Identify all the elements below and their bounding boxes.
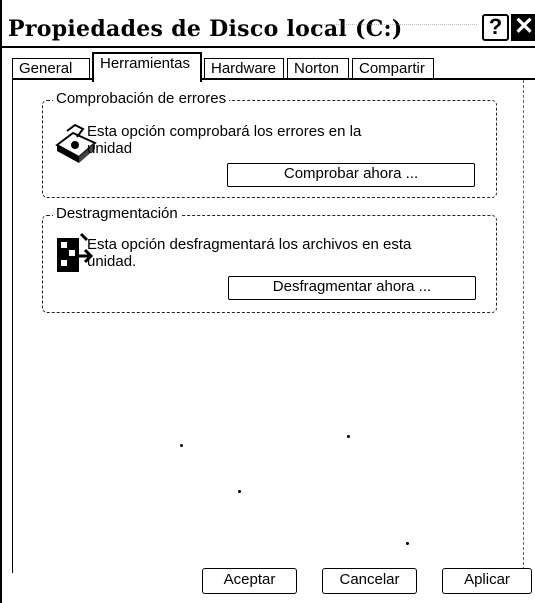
defrag-group: Destragmentación Esta opción desfragment… [42, 205, 497, 313]
tab-norton[interactable]: Norton [287, 58, 349, 80]
tab-compartir[interactable]: Compartir [352, 58, 434, 80]
help-button[interactable]: ? [482, 14, 509, 41]
title-bar[interactable]: Propiedades de Disco local (C:) ? ✕ [2, 8, 535, 48]
properties-dialog: Propiedades de Disco local (C:) ? ✕ Gene… [0, 0, 535, 603]
error-check-description: Esta opción comprobará los errores en la… [87, 123, 362, 157]
error-check-group: Comprobación de errores Esta opción comp… [42, 90, 497, 198]
tab-hardware[interactable]: Hardware [204, 58, 284, 80]
defrag-now-button[interactable]: Desfragmentar ahora ... [228, 276, 476, 300]
cancel-button[interactable]: Cancelar [322, 568, 417, 594]
error-check-legend: Comprobación de errores [53, 90, 230, 107]
check-now-label: Comprobar ahora ... [283, 165, 419, 182]
tab-general[interactable]: General [12, 58, 90, 80]
panel-right-edge [523, 80, 524, 570]
scan-speck [347, 435, 350, 438]
check-now-button[interactable]: Comprobar ahora ... [227, 163, 475, 187]
tab-herramientas[interactable]: Herramientas [92, 52, 202, 82]
defrag-now-label: Desfragmentar ahora ... [272, 278, 432, 295]
title-bar-noise [312, 24, 477, 34]
defrag-legend: Destragmentación [53, 205, 181, 222]
scan-speck [180, 444, 183, 447]
close-button[interactable]: ✕ [511, 14, 535, 41]
scan-speck [238, 490, 241, 493]
ok-button[interactable]: Aceptar [202, 568, 297, 594]
apply-button[interactable]: Aplicar [442, 568, 532, 594]
scan-speck [406, 542, 409, 545]
defrag-description: Esta opción desfragmentará los archivos … [87, 236, 412, 270]
